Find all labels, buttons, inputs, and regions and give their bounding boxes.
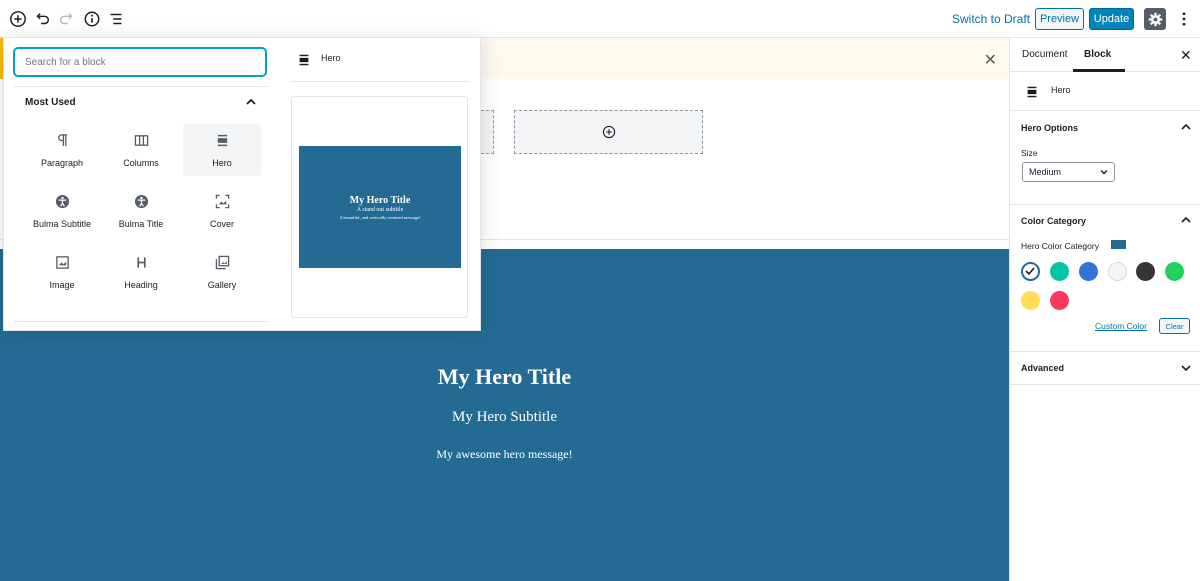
columns-icon [133,132,149,148]
color-swatch[interactable] [1165,262,1184,281]
panel-color-category: Color Category Hero Color Category Custo… [1010,205,1200,352]
block-label: Paragraph [40,158,84,168]
current-color-indicator [1111,240,1126,249]
chevron-down-icon [1100,170,1108,175]
block-item-heading[interactable]: Heading [102,246,180,298]
gallery-icon [214,254,230,270]
block-preview-card: My Hero Title A stand out subtitle A bea… [291,96,468,318]
chevron-down-icon[interactable] [1180,362,1192,374]
block-item-image[interactable]: Image [23,246,101,298]
block-label: Columns [123,158,159,168]
settings-button[interactable] [1144,8,1166,30]
check-icon [1025,267,1035,276]
accessibility-icon [54,193,70,209]
block-preview-header: Hero [291,38,469,82]
block-item-hero[interactable]: Hero [183,124,261,176]
block-search-input[interactable] [14,48,266,76]
panel-advanced: Advanced [1010,352,1200,385]
hero-icon [1027,86,1037,98]
color-swatch[interactable] [1050,262,1069,281]
switch-to-draft-link[interactable]: Switch to Draft [952,12,1030,26]
color-swatch[interactable] [1050,291,1069,310]
update-button[interactable]: Update [1089,8,1134,30]
more-vertical-icon [1182,12,1186,26]
hero-preview-message: A beautiful, and vertically centered mes… [339,214,421,220]
add-block-icon[interactable] [7,8,29,30]
accessibility-icon [133,193,149,209]
block-label: Bulma Subtitle [32,219,92,229]
hero-preview-subtitle: A stand out subtitle [356,206,404,213]
hero-color-category-label: Hero Color Category [1021,241,1099,251]
chevron-up-icon[interactable] [1180,214,1192,226]
clear-button[interactable]: Clear [1159,318,1190,334]
cover-icon [214,193,230,209]
block-label: Cover [209,219,234,229]
panel-title[interactable]: Hero Options [1021,123,1078,133]
color-swatch-selected[interactable] [1021,262,1040,281]
panel-title[interactable]: Advanced [1021,363,1064,373]
hero-title[interactable]: My Hero Title [0,364,1009,390]
image-icon [54,254,70,270]
hero-subtitle[interactable]: My Hero Subtitle [0,409,1009,426]
chevron-up-icon[interactable] [244,95,258,109]
size-select[interactable]: Medium [1022,162,1115,182]
color-swatch[interactable] [1079,262,1098,281]
block-preview-pane: Hero My Hero Title A stand out subtitle … [291,38,481,330]
preview-button[interactable]: Preview [1035,8,1084,30]
block-label: Image [49,280,75,290]
block-navigation-icon[interactable] [105,8,127,30]
column-placeholder[interactable] [514,110,703,154]
close-icon[interactable]: ✕ [984,50,997,70]
hero-preview: My Hero Title A stand out subtitle A bea… [299,146,461,268]
gear-icon [1148,12,1162,26]
block-label: Heading [124,280,158,290]
heading-icon [133,254,149,270]
undo-icon[interactable] [31,8,53,30]
block-item-bulma-title[interactable]: Bulma Title [102,185,180,237]
color-swatch[interactable] [1021,291,1040,310]
block-label: Bulma Title [118,219,164,229]
block-item-cover[interactable]: Cover [183,185,261,237]
block-card: Hero [1010,72,1200,111]
block-item-columns[interactable]: Columns [102,124,180,176]
panel-title[interactable]: Color Category [1021,216,1086,226]
size-select-value: Medium [1029,167,1062,177]
block-preview-title: Hero [321,53,341,63]
paragraph-icon [54,132,70,148]
hero-icon [299,54,309,66]
block-item-gallery[interactable]: Gallery [183,246,261,298]
tab-block[interactable]: Block [1084,49,1111,60]
block-inserter-popover: Most Used Paragraph Columns Hero Bulma S… [3,37,481,331]
color-swatch[interactable] [1136,262,1155,281]
more-options-button[interactable] [1176,8,1192,30]
close-icon[interactable]: ✕ [1180,47,1192,64]
block-item-bulma-subtitle[interactable]: Bulma Subtitle [23,185,101,237]
hero-preview-title: My Hero Title [349,194,411,206]
block-label: Hero [212,158,232,168]
chevron-up-icon[interactable] [1180,121,1192,133]
custom-color-link[interactable]: Custom Color [1095,321,1147,331]
color-swatch[interactable] [1108,262,1127,281]
size-label: Size [1021,148,1038,158]
editor-toolbar: Switch to Draft Preview Update [0,0,1200,38]
section-title-most-used[interactable]: Most Used [25,97,76,108]
block-label: Gallery [207,280,237,290]
hero-message[interactable]: My awesome hero message! [0,447,1009,462]
tab-document[interactable]: Document [1022,49,1068,60]
divider [14,86,267,87]
divider [14,321,267,322]
settings-sidebar: Document Block ✕ Hero Hero Options Size … [1009,38,1200,581]
add-block-icon[interactable] [602,125,616,139]
hero-icon [214,132,230,148]
info-icon[interactable] [81,8,103,30]
redo-icon[interactable] [56,8,78,30]
sidebar-tabs: Document Block ✕ [1010,38,1200,72]
panel-hero-options: Hero Options Size [1010,111,1200,205]
block-item-paragraph[interactable]: Paragraph [23,124,101,176]
block-card-title: Hero [1051,85,1071,95]
